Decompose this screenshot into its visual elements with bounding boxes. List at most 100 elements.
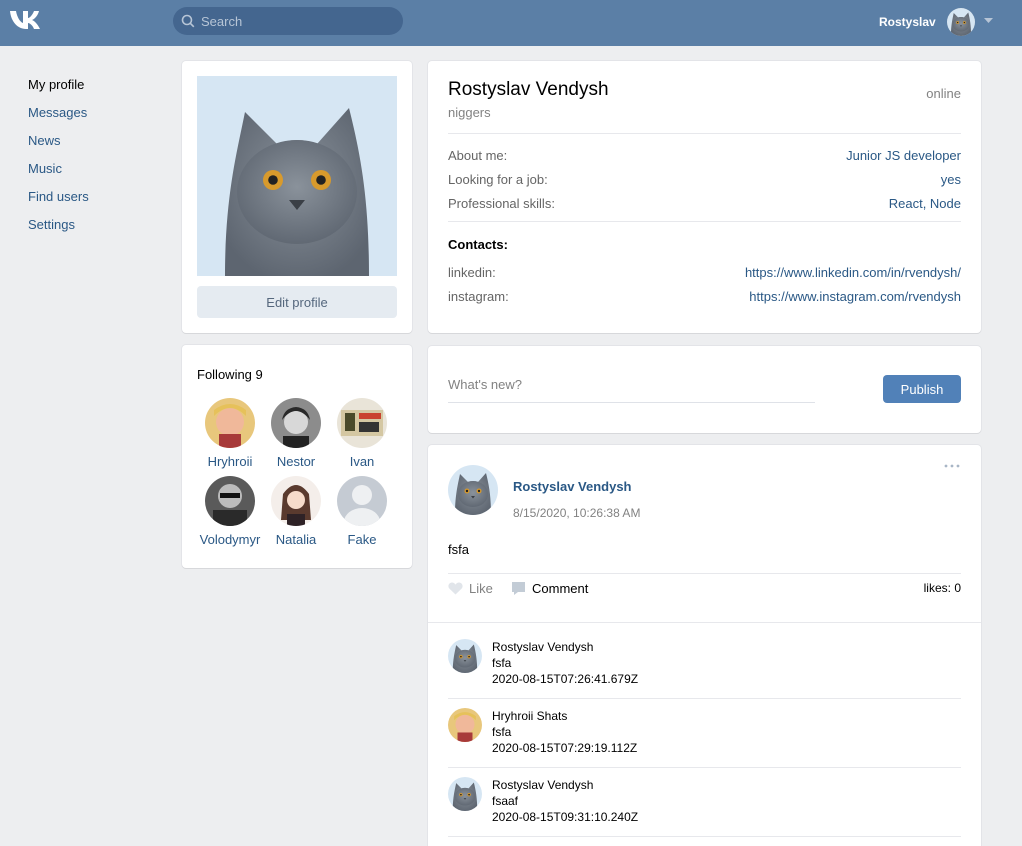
edit-profile-button[interactable]: Edit profile xyxy=(197,286,397,318)
publish-button[interactable]: Publish xyxy=(883,375,961,403)
contact-row-linkedin: linkedin: https://www.linkedin.com/in/rv… xyxy=(448,265,961,283)
friend-name[interactable]: Fake xyxy=(329,532,395,547)
heart-icon xyxy=(448,582,463,594)
comment-avatar[interactable] xyxy=(448,639,482,673)
job-value[interactable]: yes xyxy=(941,172,961,187)
comment-item: Hryhroii Shats fsfa 2020-08-15T07:29:19.… xyxy=(448,708,961,768)
like-label: Like xyxy=(469,580,493,596)
divider xyxy=(448,698,961,699)
friend-avatar[interactable] xyxy=(205,476,255,526)
post-card: Rostyslav Vendysh 8/15/2020, 10:26:38 AM… xyxy=(428,445,981,846)
comment-time: 2020-08-15T07:29:19.112Z xyxy=(492,741,638,755)
sidebar-item-news[interactable]: News xyxy=(28,132,89,160)
friend-photo-icon xyxy=(271,476,321,526)
online-indicator: online xyxy=(926,86,961,101)
like-button[interactable]: Like xyxy=(448,579,493,597)
comment-button[interactable]: Comment xyxy=(511,579,588,597)
sidebar-item-settings[interactable]: Settings xyxy=(28,216,89,244)
contact-label: linkedin: xyxy=(448,265,496,280)
comment-time: 2020-08-15T07:26:41.679Z xyxy=(492,672,639,686)
new-post-input[interactable] xyxy=(448,366,815,403)
friend-avatar[interactable] xyxy=(337,476,387,526)
friend-item[interactable]: Nestor xyxy=(263,398,329,469)
post-author[interactable]: Rostyslav Vendysh xyxy=(513,479,632,494)
chevron-down-icon[interactable] xyxy=(984,18,993,24)
friend-photo-icon xyxy=(205,476,255,526)
likes-count: likes: 0 xyxy=(923,581,961,595)
sidebar-item-music[interactable]: Music xyxy=(28,160,89,188)
more-options-icon[interactable] xyxy=(943,461,961,471)
comment-author[interactable]: Rostyslav Vendysh xyxy=(492,639,638,655)
cat-avatar-icon xyxy=(947,8,975,36)
friend-photo-icon xyxy=(271,398,321,448)
comment-text: fsfa xyxy=(492,725,512,739)
comment-author[interactable]: Rostyslav Vendysh xyxy=(492,777,638,793)
cat-avatar-icon xyxy=(448,777,482,811)
search-icon xyxy=(181,14,195,28)
cat-photo-icon xyxy=(197,76,397,276)
sidebar-item-find-users[interactable]: Find users xyxy=(28,188,89,216)
post-author-avatar[interactable] xyxy=(448,465,498,515)
header-user-name[interactable]: Rostyslav xyxy=(879,15,936,29)
comment-item: Rostyslav Vendysh fsfa 2020-08-15T07:26:… xyxy=(448,639,961,699)
friend-name[interactable]: Natalia xyxy=(263,532,329,547)
comment-body: Hryhroii Shats fsfa 2020-08-15T07:29:19.… xyxy=(492,708,637,756)
sidebar-item-my-profile[interactable]: My profile xyxy=(28,76,89,104)
comment-author[interactable]: Hryhroii Shats xyxy=(492,708,637,724)
linkedin-link[interactable]: https://www.linkedin.com/in/rvendysh/ xyxy=(745,265,961,280)
friend-avatar[interactable] xyxy=(271,476,321,526)
header-avatar[interactable] xyxy=(947,8,975,36)
friend-name[interactable]: Hryhroii xyxy=(197,454,263,469)
skills-label: Professional skills: xyxy=(448,196,555,211)
friend-item[interactable]: Fake xyxy=(329,476,395,547)
about-label: About me: xyxy=(448,148,508,163)
divider xyxy=(448,767,961,768)
friend-avatar[interactable] xyxy=(271,398,321,448)
divider xyxy=(448,133,961,134)
cat-avatar-icon xyxy=(448,465,498,515)
contact-row-instagram: instagram: https://www.instagram.com/rve… xyxy=(448,289,961,307)
comment-text: fsfa xyxy=(492,656,512,670)
comment-text: fsaaf xyxy=(492,794,519,808)
friend-name[interactable]: Nestor xyxy=(263,454,329,469)
comment-avatar[interactable] xyxy=(448,777,482,811)
comment-time: 2020-08-15T09:31:10.240Z xyxy=(492,810,639,824)
friend-item[interactable]: Volodymyr xyxy=(197,476,263,547)
post-text: fsfa xyxy=(448,542,469,557)
friend-name[interactable]: Volodymyr xyxy=(197,532,263,547)
divider xyxy=(448,221,961,222)
job-label: Looking for a job: xyxy=(448,172,548,187)
skills-value[interactable]: React, Node xyxy=(889,196,961,211)
friend-photo-icon xyxy=(448,708,482,742)
about-value[interactable]: Junior JS developer xyxy=(846,148,961,163)
friend-avatar[interactable] xyxy=(337,398,387,448)
friend-item[interactable]: Ivan xyxy=(329,398,395,469)
comment-label: Comment xyxy=(532,580,589,596)
friend-photo-icon xyxy=(337,398,387,448)
friend-avatar[interactable] xyxy=(205,398,255,448)
comment-avatar[interactable] xyxy=(448,708,482,742)
following-title: Following 9 xyxy=(197,367,263,382)
divider xyxy=(448,573,961,574)
instagram-link[interactable]: https://www.instagram.com/rvendysh xyxy=(749,289,961,304)
profile-photo[interactable] xyxy=(197,76,397,276)
friend-item[interactable]: Natalia xyxy=(263,476,329,547)
profile-name: Rostyslav Vendysh xyxy=(448,79,609,100)
friend-item[interactable]: Hryhroii xyxy=(197,398,263,469)
comment-item: Rostyslav Vendysh fsaaf 2020-08-15T09:31… xyxy=(448,777,961,837)
friend-photo-icon xyxy=(205,398,255,448)
avatar-card: Edit profile xyxy=(182,61,412,333)
friend-name[interactable]: Ivan xyxy=(329,454,395,469)
search-input[interactable] xyxy=(173,7,403,35)
about-row: About me: Junior JS developer xyxy=(448,148,961,166)
comment-body: Rostyslav Vendysh fsaaf 2020-08-15T09:31… xyxy=(492,777,638,825)
sidebar: My profile Messages News Music Find user… xyxy=(28,76,89,244)
vk-logo-icon[interactable] xyxy=(8,8,42,32)
comment-icon xyxy=(512,581,525,595)
skills-row: Professional skills: React, Node xyxy=(448,196,961,214)
job-row: Looking for a job: yes xyxy=(448,172,961,190)
cat-avatar-icon xyxy=(448,639,482,673)
contacts-title: Contacts: xyxy=(448,237,508,252)
profile-status[interactable]: niggers xyxy=(448,105,491,120)
sidebar-item-messages[interactable]: Messages xyxy=(28,104,89,132)
